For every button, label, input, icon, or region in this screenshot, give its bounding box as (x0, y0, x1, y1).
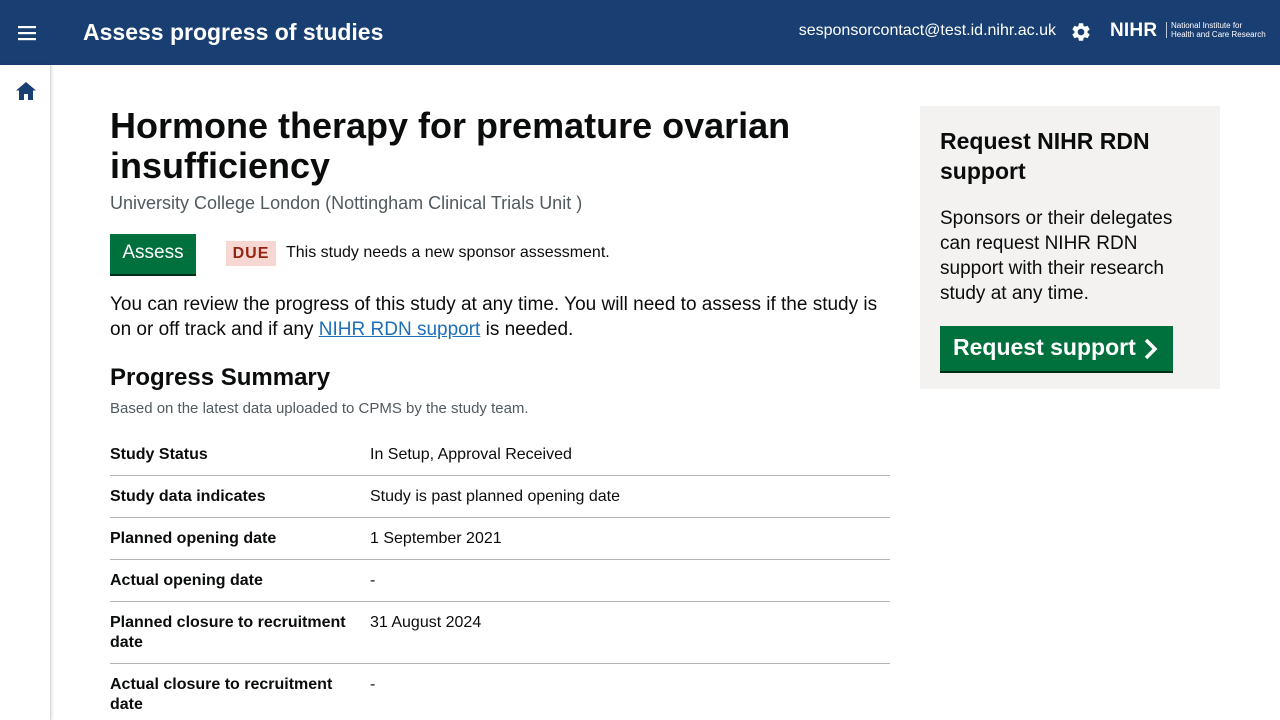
row-value: 31 August 2024 (370, 614, 482, 631)
row-label: Planned opening date (110, 530, 277, 547)
request-support-button[interactable]: Request support (940, 326, 1173, 371)
table-row: Planned opening date 1 September 2021 (110, 518, 890, 560)
row-label: Study data indicates (110, 488, 266, 505)
due-badge: DUE (226, 241, 276, 266)
row-value: Study is past planned opening date (370, 488, 620, 505)
table-row: Actual opening date - (110, 560, 890, 602)
chevron-right-icon (1142, 338, 1160, 360)
table-row: Study data indicates Study is past plann… (110, 476, 890, 518)
assess-button[interactable]: Assess (110, 234, 196, 274)
row-value: - (370, 676, 376, 693)
panel-title: Request NIHR RDN support (940, 128, 1150, 184)
assessment-status-row: Assess DUE This study needs a new sponso… (110, 234, 890, 274)
progress-summary-table: Study Status In Setup, Approval Received… (110, 434, 890, 720)
row-label: Actual closure to recruitment date (110, 676, 333, 713)
nihr-logo[interactable]: NIHR National Institute for Health and Ca… (1110, 20, 1268, 42)
menu-icon[interactable] (13, 20, 41, 46)
main-content: Hormone therapy for premature ovarian in… (110, 106, 890, 720)
app-header: Assess progress of studies sesponsorcont… (0, 0, 1280, 65)
intro-text: You can review the progress of this stud… (110, 294, 878, 340)
progress-summary-heading: Progress Summary (110, 364, 331, 391)
table-row: Actual closure to recruitment date - (110, 664, 890, 720)
app-title: Assess progress of studies (83, 19, 384, 45)
rdn-support-link[interactable]: NIHR RDN support (319, 319, 481, 340)
study-title: Hormone therapy for premature ovarian in… (110, 105, 791, 186)
side-nav (0, 65, 51, 720)
request-support-panel: Request NIHR RDN support Sponsors or the… (920, 106, 1220, 389)
request-support-label: Request support (953, 334, 1136, 360)
table-row: Study Status In Setup, Approval Received (110, 434, 890, 476)
row-label: Planned closure to recruitment date (110, 614, 346, 651)
user-email: sesponsorcontact@test.id.nihr.ac.uk (798, 22, 1056, 39)
logo-subtext: National Institute for Health and Care Re… (1171, 21, 1266, 39)
gear-icon[interactable] (1070, 21, 1092, 43)
home-icon[interactable] (14, 80, 38, 102)
table-row: Planned closure to recruitment date 31 A… (110, 602, 890, 664)
logo-divider (1166, 22, 1167, 38)
row-value: 1 September 2021 (370, 530, 502, 547)
row-value: - (370, 572, 376, 589)
study-organisation: University College London (Nottingham Cl… (110, 193, 583, 213)
row-label: Actual opening date (110, 572, 263, 589)
due-message: This study needs a new sponsor assessmen… (286, 244, 610, 261)
row-value: In Setup, Approval Received (370, 446, 572, 463)
progress-summary-subtitle: Based on the latest data uploaded to CPM… (110, 400, 529, 417)
row-label: Study Status (110, 446, 208, 463)
panel-text: Sponsors or their delegates can request … (940, 208, 1173, 304)
logo-text: NIHR (1110, 20, 1158, 41)
